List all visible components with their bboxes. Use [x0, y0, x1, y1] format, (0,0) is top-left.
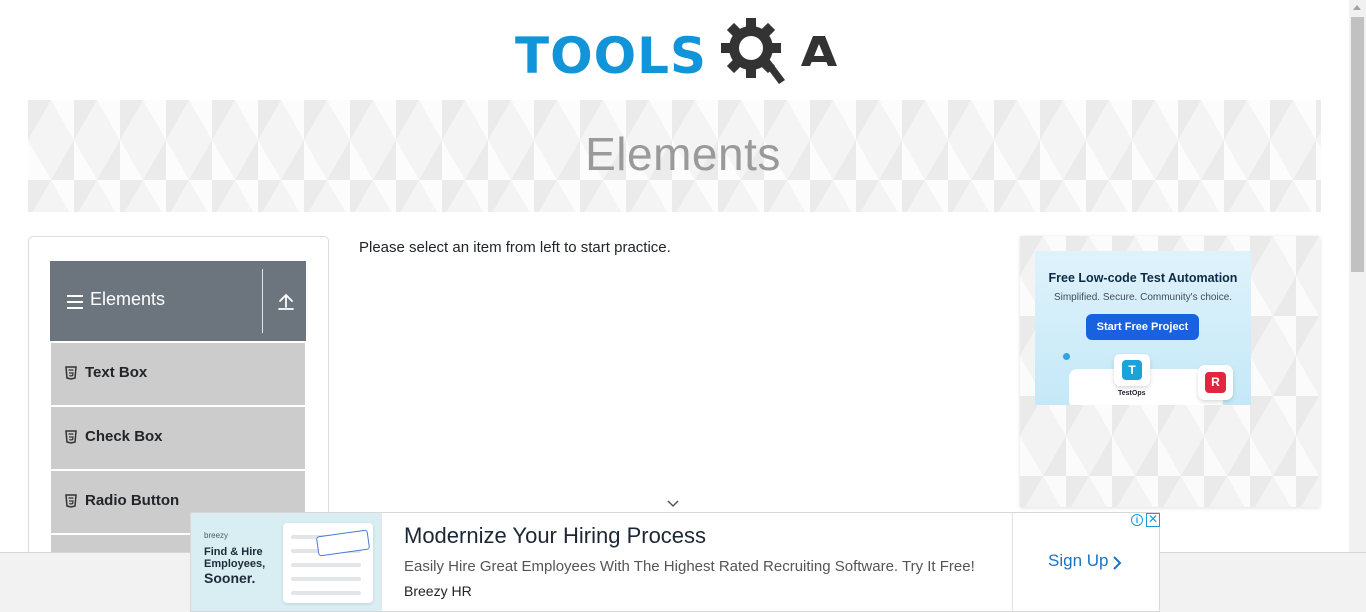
ad-headline: Free Low-code Test Automation	[1048, 271, 1238, 285]
tagline-line-1: Find & Hire	[204, 546, 263, 558]
ad-headline[interactable]: Modernize Your Hiring Process	[404, 523, 706, 549]
html5-icon	[65, 494, 77, 508]
gear-magnifier-icon	[721, 18, 837, 84]
katalon-logo-icon: R	[1205, 372, 1226, 393]
decorative-dot	[1063, 353, 1070, 360]
tagline-line-3: Sooner.	[204, 570, 256, 586]
chevron-right-icon	[1113, 556, 1122, 570]
html5-icon	[65, 366, 77, 380]
sidebar-item-label: Check Box	[85, 428, 163, 445]
sidebar-item-check-box[interactable]: Check Box	[51, 407, 305, 469]
ad-image-tagline: Find & Hire Employees, Sooner.	[204, 546, 274, 586]
group-title: Elements	[90, 289, 166, 309]
practice-instructions: Please select an item from left to start…	[359, 239, 671, 256]
katalon-tile: R	[1198, 365, 1233, 400]
ad-subline: Simplified. Secure. Community's choice.	[1053, 292, 1233, 303]
ad-image[interactable]: breezy Find & Hire Employees, Sooner.	[191, 513, 382, 611]
sign-up-button[interactable]: Sign Up	[1048, 551, 1108, 571]
ad-description: Easily Hire Great Employees With The Hig…	[404, 558, 975, 575]
sidebar-item-label: Radio Button	[85, 492, 180, 509]
chevron-down-icon[interactable]	[666, 498, 680, 508]
tagline-line-2: Employees,	[204, 558, 266, 570]
testops-tile: T	[1114, 354, 1150, 386]
sidebar-item-label: Text Box	[85, 364, 148, 381]
scroll-up-arrow-icon[interactable]	[1353, 5, 1361, 10]
page-title: Elements	[585, 128, 781, 180]
header-divider	[262, 269, 263, 333]
ad-advertiser[interactable]: Breezy HR	[404, 583, 472, 599]
html5-icon	[65, 430, 77, 444]
logo-text-tools: TOOLS	[515, 27, 707, 85]
sidebar-item-text-box[interactable]: Text Box	[51, 343, 305, 405]
scrollbar-thumb[interactable]	[1351, 17, 1364, 272]
page-scrollbar[interactable]	[1349, 0, 1366, 552]
bottom-ad-banner[interactable]: breezy Find & Hire Employees, Sooner. Mo…	[190, 512, 1160, 612]
testops-label: TestOps	[1118, 390, 1146, 397]
collapse-up-icon[interactable]	[273, 289, 299, 315]
testops-logo-icon: T	[1122, 360, 1142, 380]
close-ad-icon[interactable]: ✕	[1146, 513, 1160, 527]
breezy-brand: breezy	[204, 531, 229, 540]
toolsqa-logo[interactable]: TOOLS	[515, 14, 840, 92]
start-free-project-button[interactable]: Start Free Project	[1086, 314, 1199, 340]
ad-cta-area[interactable]: Sign Up	[1012, 513, 1160, 611]
menu-icon	[67, 295, 83, 309]
adchoices-info-icon[interactable]: i	[1131, 514, 1143, 526]
elements-group-header[interactable]: Elements	[50, 261, 306, 341]
testops-ad[interactable]: Free Low-code Test Automation Simplified…	[1035, 251, 1251, 405]
adchoices[interactable]: i ✕	[1130, 513, 1160, 527]
